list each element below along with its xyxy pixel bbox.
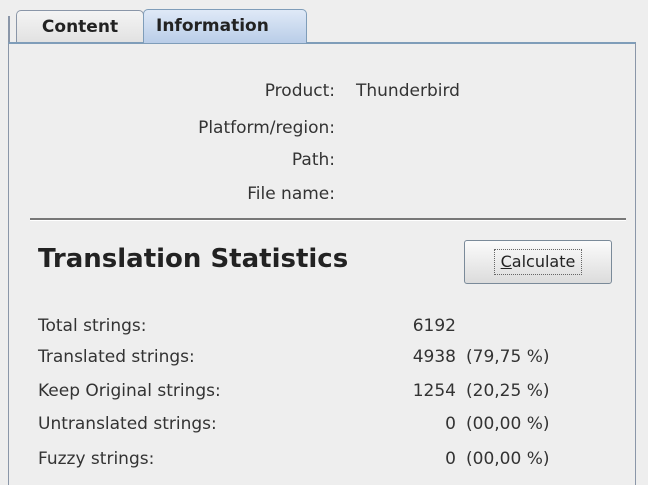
- stat-row-keep-original: Keep Original strings: 1254 (20,25 %): [38, 379, 618, 403]
- product-row: Product: Thunderbird: [0, 80, 648, 102]
- stat-label: Translated strings:: [38, 347, 195, 367]
- product-value: Thunderbird: [356, 81, 460, 101]
- tab-bar: Content Information: [0, 9, 648, 44]
- product-label: Product:: [264, 81, 335, 101]
- stat-label: Total strings:: [38, 316, 147, 336]
- tab-content[interactable]: Content: [16, 10, 144, 42]
- calculate-mnemonic: C: [500, 252, 512, 271]
- filename-row: File name:: [0, 183, 648, 205]
- tab-information[interactable]: Information: [143, 9, 307, 43]
- stat-count: 0: [445, 414, 456, 434]
- stat-label: Untranslated strings:: [38, 414, 217, 434]
- path-row: Path:: [0, 149, 648, 171]
- stat-count: 4938: [412, 347, 456, 367]
- calculate-button-label: Calculate: [493, 249, 583, 275]
- platform-row: Platform/region:: [0, 117, 648, 139]
- stat-label: Keep Original strings:: [38, 381, 221, 401]
- stat-row-fuzzy: Fuzzy strings: 0 (00,00 %): [38, 447, 618, 471]
- statistics-heading: Translation Statistics: [38, 244, 349, 274]
- platform-label: Platform/region:: [198, 118, 335, 138]
- path-label: Path:: [291, 150, 335, 170]
- translation-info-window: Content Information Product: Thunderbird…: [0, 0, 648, 485]
- stat-count: 6192: [412, 316, 456, 336]
- stat-row-total: Total strings: 6192: [38, 314, 618, 338]
- stat-row-translated: Translated strings: 4938 (79,75 %): [38, 345, 618, 369]
- stat-row-untranslated: Untranslated strings: 0 (00,00 %): [38, 412, 618, 436]
- stat-percent: (79,75 %): [466, 347, 550, 367]
- stat-percent: (00,00 %): [466, 449, 550, 469]
- stat-percent: (00,00 %): [466, 414, 550, 434]
- stat-count: 1254: [412, 381, 456, 401]
- section-separator: [30, 218, 626, 221]
- stat-percent: (20,25 %): [466, 381, 550, 401]
- calculate-label-rest: alculate: [511, 252, 576, 271]
- filename-label: File name:: [247, 184, 335, 204]
- calculate-button[interactable]: Calculate: [464, 240, 612, 284]
- stat-count: 0: [445, 449, 456, 469]
- stat-label: Fuzzy strings:: [38, 449, 155, 469]
